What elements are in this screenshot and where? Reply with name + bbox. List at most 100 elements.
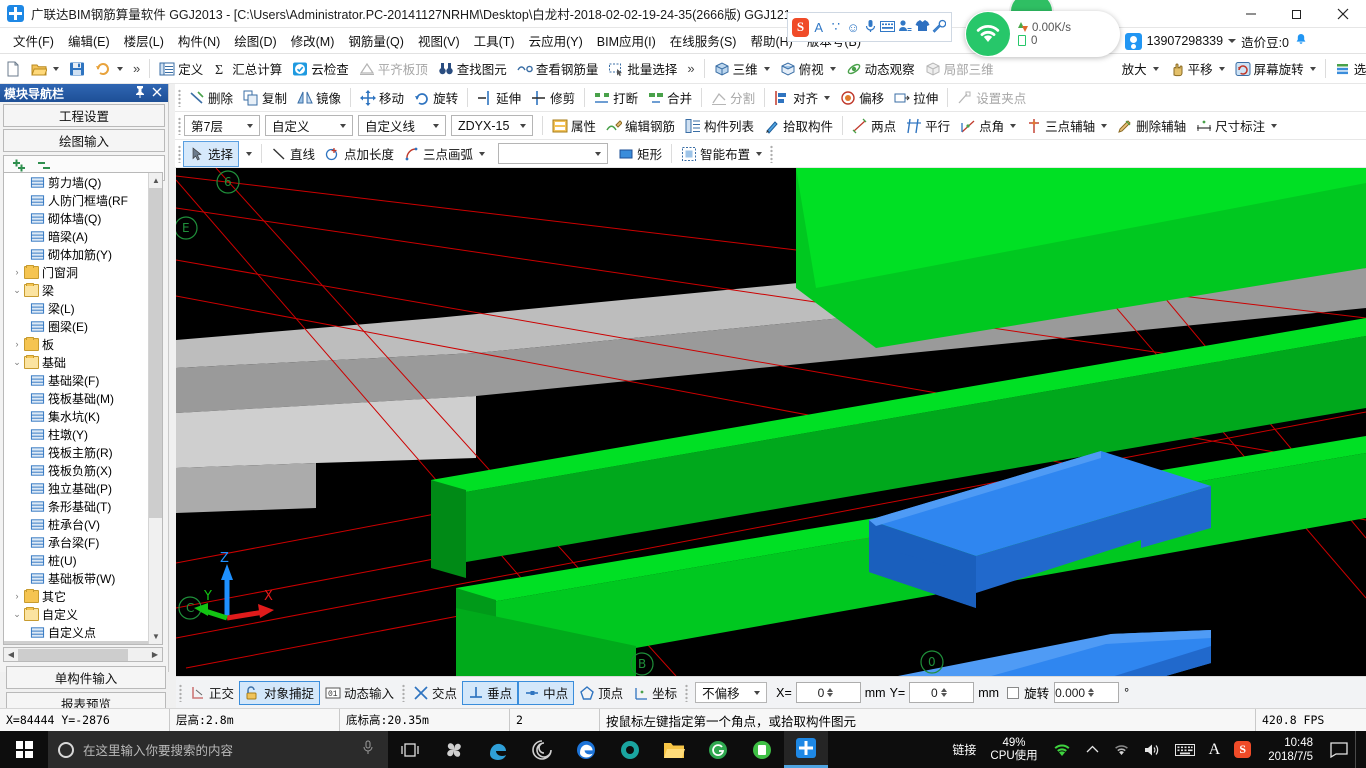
mic-icon[interactable]	[362, 740, 374, 759]
snapbar-grip[interactable]	[179, 683, 182, 702]
object-snap-toggle[interactable]: 对象捕捉	[239, 680, 321, 705]
user-avatar-icon[interactable]	[1124, 32, 1142, 50]
close-button[interactable]	[1320, 0, 1366, 28]
snapbar-grip[interactable]	[402, 683, 406, 702]
tree-item-7[interactable]: 梁(L)	[4, 299, 149, 317]
dynamic-observe-button[interactable]: 动态观察	[841, 57, 920, 81]
drawing-input-button[interactable]: 绘图输入	[3, 129, 165, 152]
offset-mode-chevron-down-icon[interactable]	[754, 690, 761, 695]
taskbar-app-green-circle[interactable]	[740, 731, 784, 768]
select-floor-button[interactable]: 选择楼层	[1330, 57, 1366, 81]
type-select-chevron-down-icon[interactable]	[433, 123, 439, 128]
move-button[interactable]: 移动	[355, 86, 409, 110]
merge-button[interactable]: 合并	[643, 86, 697, 110]
menu-item-8[interactable]: 工具(T)	[467, 28, 522, 53]
align-slab-top-button[interactable]: 平齐板顶	[354, 57, 433, 81]
toolbar1-overflow-button[interactable]: »	[128, 61, 145, 76]
sogou-tray-icon[interactable]: S	[1227, 741, 1258, 758]
3d-viewport[interactable]: 6 E C B 0 Z X Y	[176, 168, 1366, 676]
tree-item-20[interactable]: 承台梁(F)	[4, 533, 149, 551]
summary-calc-button[interactable]: Σ 汇总计算	[208, 57, 287, 81]
dimension-chevron-down-icon[interactable]	[1271, 123, 1278, 128]
offset-button[interactable]: 偏移	[835, 86, 889, 110]
keyboard-tray-icon[interactable]	[1168, 743, 1202, 757]
toolbar-grip[interactable]	[178, 144, 181, 163]
parallel-button[interactable]: 平行	[901, 114, 955, 138]
ime-emoji-icon[interactable]: ☺	[846, 20, 861, 35]
member-list-badge-icon[interactable]	[115, 643, 128, 644]
tree-folder-23[interactable]: › 其它	[4, 587, 149, 605]
local-three-d-button[interactable]: 局部三维	[920, 57, 999, 81]
project-settings-button[interactable]: 工程设置	[3, 104, 165, 127]
delete-button[interactable]: 删除	[184, 86, 238, 110]
tree-folder-24[interactable]: ⌄ 自定义	[4, 605, 149, 623]
midpoint-toggle[interactable]: 中点	[518, 680, 575, 705]
tree-item-8[interactable]: 圈梁(E)	[4, 317, 149, 335]
offset-mode-select[interactable]: 不偏移	[695, 682, 768, 703]
scroll-down-icon[interactable]: ▼	[149, 629, 162, 644]
tree-horizontal-scrollbar[interactable]: ◀ ▶	[3, 647, 163, 662]
two-point-button[interactable]: 两点	[847, 114, 901, 138]
scroll-left-icon[interactable]: ◀	[4, 648, 18, 661]
tree-item-26[interactable]: 自定义线(X)	[4, 641, 149, 644]
vertex-toggle[interactable]: 顶点	[574, 681, 628, 705]
new-file-button[interactable]	[0, 57, 26, 81]
draw-blank-combo[interactable]	[498, 143, 609, 164]
align-button[interactable]: 对齐	[769, 86, 835, 110]
volume-icon[interactable]	[1137, 743, 1168, 757]
select-tool-chevron-down-icon[interactable]	[246, 151, 253, 156]
tree-item-17[interactable]: 独立基础(P)	[4, 479, 149, 497]
floor-select[interactable]: 第7层	[184, 115, 260, 136]
tree-item-16[interactable]: 筏板负筋(X)	[4, 461, 149, 479]
open-file-button[interactable]	[26, 57, 64, 81]
wifi-strong-icon[interactable]	[1045, 742, 1079, 758]
tree-item-13[interactable]: 集水坑(K)	[4, 407, 149, 425]
taskbar-file-explorer[interactable]	[652, 731, 696, 768]
rotate-input[interactable]: 0.000	[1054, 682, 1120, 703]
view-rebar-qty-button[interactable]: 查看钢筋量	[512, 57, 604, 81]
three-point-aux-axis-chevron-down-icon[interactable]	[1101, 123, 1108, 128]
tree-expand-icon[interactable]: ›	[10, 591, 24, 601]
intersection-toggle[interactable]: 交点	[408, 681, 462, 705]
account-chevron-down-icon[interactable]	[1228, 39, 1237, 43]
tree-item-2[interactable]: 砌体墙(Q)	[4, 209, 149, 227]
undo-button[interactable]	[90, 57, 128, 81]
set-grip-button[interactable]: 设置夹点	[952, 86, 1031, 110]
cloud-check-button[interactable]: 云检查	[287, 57, 354, 81]
menu-item-5[interactable]: 修改(M)	[284, 28, 342, 53]
screen-rotate-button[interactable]: 屏幕旋转	[1230, 57, 1321, 81]
tree-folder-5[interactable]: › 门窗洞	[4, 263, 149, 281]
top-view-button[interactable]: 俯视	[775, 57, 841, 81]
menu-item-7[interactable]: 视图(V)	[411, 28, 467, 53]
taskbar-glodon-app[interactable]	[784, 731, 828, 768]
member-select[interactable]: ZDYX-15	[451, 115, 533, 136]
menu-item-1[interactable]: 编辑(E)	[61, 28, 117, 53]
smart-layout-chevron-down-icon[interactable]	[756, 151, 763, 156]
tree-folder-9[interactable]: › 板	[4, 335, 149, 353]
perpendicular-toggle[interactable]: 垂点	[462, 680, 519, 705]
member-tree[interactable]: 剪力墙(Q) 人防门框墙(RF 砌体墙(Q) 暗梁(A) 砌体加筋(Y) › 门窗洞 ⌄ 梁梁(…	[3, 172, 163, 645]
tree-item-25[interactable]: 自定义点	[4, 623, 149, 641]
scroll-right-icon[interactable]: ▶	[148, 648, 162, 661]
tree-item-12[interactable]: 筏板基础(M)	[4, 389, 149, 407]
panel-close-icon[interactable]	[152, 86, 162, 101]
tree-item-11[interactable]: 基础梁(F)	[4, 371, 149, 389]
tree-item-15[interactable]: 筏板主筋(R)	[4, 443, 149, 461]
three-d-button[interactable]: 三维	[709, 57, 775, 81]
network-status-label[interactable]: 链接	[945, 741, 983, 758]
menu-item-4[interactable]: 绘图(D)	[227, 28, 283, 53]
edit-rebar-button[interactable]: 编辑钢筋	[601, 114, 680, 138]
network-speed-widget[interactable]: 0.00K/s 0	[965, 11, 1120, 57]
copy-button[interactable]: 复制	[238, 86, 292, 110]
floor-select-chevron-down-icon[interactable]	[247, 123, 253, 128]
taskbar-clock[interactable]: 10:48 2018/7/5	[1258, 736, 1323, 764]
taskbar-app-teal-circle[interactable]	[608, 731, 652, 768]
coordinate-toggle[interactable]: 坐标	[628, 681, 682, 705]
stretch-button[interactable]: 拉伸	[889, 86, 943, 110]
offset-y-stepper[interactable]	[940, 688, 972, 697]
select-tool-dropdown[interactable]	[238, 142, 257, 166]
category-select[interactable]: 自定义	[265, 115, 353, 136]
taskbar-search-box[interactable]: 在这里输入你要搜索的内容	[48, 731, 388, 768]
tree-collapse-icon[interactable]: ⌄	[10, 357, 24, 368]
tree-item-19[interactable]: 桩承台(V)	[4, 515, 149, 533]
